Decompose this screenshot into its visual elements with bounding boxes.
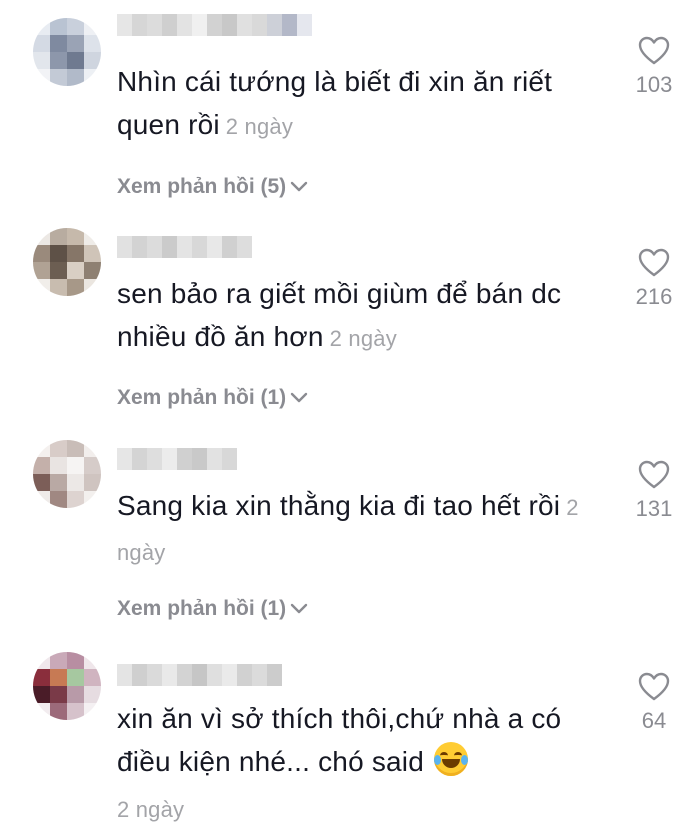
username-blurred[interactable] xyxy=(117,236,252,258)
laughing-tears-emoji xyxy=(433,742,468,776)
comment-date-line: 2 ngày xyxy=(117,786,617,831)
like-count: 103 xyxy=(635,72,673,97)
like-count: 64 xyxy=(641,708,667,733)
avatar[interactable] xyxy=(33,440,101,508)
chevron-down-icon xyxy=(290,603,308,614)
heart-outline-icon xyxy=(638,248,670,277)
comment-text: xin ăn vì sở thích thôi,chứ nhà a có điề… xyxy=(117,697,617,783)
view-replies-button[interactable]: Xem phản hồi (1) xyxy=(117,597,308,621)
comment-body: Nhìn cái tướng là biết đi xin ăn riết qu… xyxy=(117,66,553,140)
comment-body: xin ăn vì sở thích thôi,chứ nhà a có điề… xyxy=(117,703,562,777)
comment-text: sen bảo ra giết mồi giùm để bán dc nhiều… xyxy=(117,272,617,360)
comment-date: 2 ngày xyxy=(329,326,397,351)
avatar[interactable] xyxy=(33,652,101,720)
view-replies-label: Xem phản hồi (5) xyxy=(117,175,287,198)
like-button[interactable]: 64 xyxy=(626,672,682,734)
like-button[interactable]: 131 xyxy=(626,460,682,522)
heart-outline-icon xyxy=(638,672,670,701)
view-replies-label: Xem phản hồi (1) xyxy=(117,386,287,409)
avatar[interactable] xyxy=(33,18,101,86)
username-blurred[interactable] xyxy=(117,14,312,36)
like-button[interactable]: 103 xyxy=(626,36,682,98)
comment-body: Sang kia xin thằng kia đi tao hết rồi xyxy=(117,490,561,521)
heart-outline-icon xyxy=(638,460,670,489)
like-count: 216 xyxy=(635,284,673,309)
comment-text: Nhìn cái tướng là biết đi xin ăn riết qu… xyxy=(117,60,617,148)
avatar[interactable] xyxy=(33,228,101,296)
comment-date: 2 ngày xyxy=(225,114,294,139)
like-button[interactable]: 216 xyxy=(626,248,682,310)
view-replies-label: Xem phản hồi (1) xyxy=(117,597,287,620)
like-count: 131 xyxy=(635,496,673,521)
comment-text: Sang kia xin thằng kia đi tao hết rồi 2 n… xyxy=(117,484,617,574)
chevron-down-icon xyxy=(290,392,308,403)
view-replies-button[interactable]: Xem phản hồi (5) xyxy=(117,175,308,199)
username-blurred[interactable] xyxy=(117,448,237,470)
username-blurred[interactable] xyxy=(117,664,282,686)
heart-outline-icon xyxy=(638,36,670,65)
chevron-down-icon xyxy=(290,181,308,192)
comment-date: 2 ngày xyxy=(117,797,185,822)
view-replies-button[interactable]: Xem phản hồi (1) xyxy=(117,386,308,410)
